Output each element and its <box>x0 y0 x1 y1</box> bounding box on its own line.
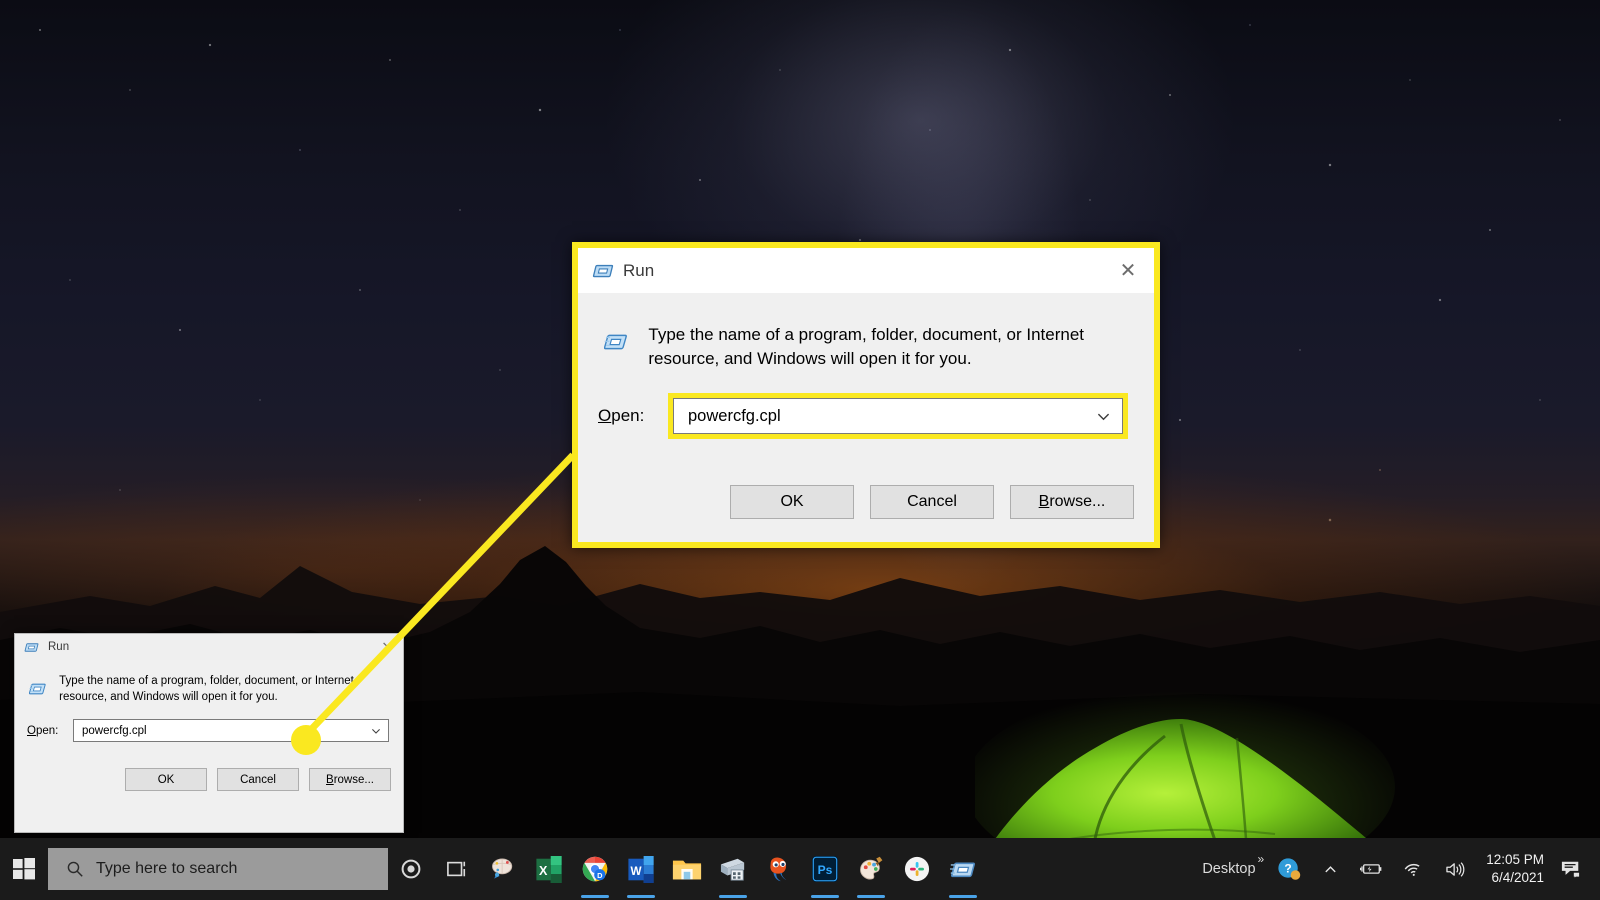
speaker-icon[interactable] <box>1434 838 1476 900</box>
browse-button[interactable]: Browse... <box>309 768 391 792</box>
notifications-icon[interactable] <box>1558 838 1594 900</box>
system-tray: Desktop » ? 12:05 PM 6/4/2021 <box>1191 838 1600 900</box>
search-icon <box>67 861 83 877</box>
browse-button[interactable]: Browse... <box>1010 485 1134 520</box>
cortana-icon[interactable] <box>388 838 434 900</box>
volume-glyph <box>1446 861 1465 877</box>
svg-text:W: W <box>631 864 643 877</box>
taskbar-app-photoshop[interactable]: Ps <box>802 838 848 900</box>
taskbar-app-run[interactable] <box>940 838 986 900</box>
ok-button[interactable]: OK <box>730 485 854 520</box>
svg-text:?: ? <box>1285 862 1292 876</box>
help-question-icon[interactable]: ? <box>1266 838 1312 900</box>
clock[interactable]: 12:05 PM 6/4/2021 <box>1476 851 1558 887</box>
cancel-button[interactable]: Cancel <box>217 768 299 792</box>
paint-3d-icon <box>492 858 513 879</box>
help-question-glyph: ? <box>1278 858 1301 880</box>
titlebar-left: Run <box>592 260 654 282</box>
open-input[interactable]: powercfg.cpl <box>673 398 1123 435</box>
wifi-glyph <box>1404 863 1420 876</box>
chevron-up-icon[interactable] <box>1312 838 1349 900</box>
search-placeholder: Type here to search <box>96 860 238 877</box>
open-combo-wrapper: powercfg.cpl <box>73 719 389 743</box>
cancel-button[interactable]: Cancel <box>870 485 994 520</box>
taskbar-app-gimp[interactable] <box>756 838 802 900</box>
open-input[interactable]: powercfg.cpl <box>73 719 389 743</box>
taskbar-app-paint[interactable] <box>848 838 894 900</box>
dialog-body: Type the name of a program, folder, docu… <box>15 660 403 705</box>
word-icon: W <box>628 855 654 883</box>
window-title: Run <box>623 260 655 280</box>
tray-desktop-label: Desktop <box>1202 861 1256 877</box>
chrome-icon: D <box>582 856 608 882</box>
dialog-description: Type the name of a program, folder, docu… <box>59 675 354 703</box>
svg-text:Ps: Ps <box>818 863 833 877</box>
taskbar-app-slack[interactable] <box>894 838 940 900</box>
action-center-glyph <box>1561 861 1581 879</box>
run-dialog[interactable]: Run ✕ Type the name of a program, folder… <box>572 242 1160 548</box>
svg-text:D: D <box>597 871 603 880</box>
taskbar-app-paint-3d[interactable] <box>480 838 526 900</box>
run-app-icon <box>592 264 614 277</box>
close-icon[interactable]: ✕ <box>1102 248 1154 293</box>
titlebar: Run ✕ <box>15 634 403 660</box>
svg-text:X: X <box>539 863 548 877</box>
taskbar-app-chrome[interactable]: D <box>572 838 618 900</box>
open-label: Open: <box>27 724 59 737</box>
run-app-icon <box>24 642 39 652</box>
show-hidden-icons-glyph <box>1325 865 1336 872</box>
dialog-description: Type the name of a program, folder, docu… <box>648 325 1085 369</box>
cortana-ring-icon <box>401 859 421 879</box>
slack-icon <box>904 856 930 882</box>
dialog-buttons: OK Cancel Browse... <box>578 439 1154 520</box>
gimp-icon <box>770 857 787 882</box>
titlebar-left: Run <box>24 640 69 655</box>
run-app-icon-large <box>29 683 46 695</box>
run-dialog-thumbnail[interactable]: Run ✕ Type the name of a program, folder… <box>14 633 404 833</box>
taskbar-app-file-explorer[interactable] <box>664 838 710 900</box>
battery-charging-icon[interactable] <box>1349 838 1393 900</box>
excel-icon: X <box>536 855 562 883</box>
task-view-icon[interactable] <box>434 838 480 900</box>
chevron-down-icon[interactable] <box>370 725 382 737</box>
open-row: Open: powercfg.cpl <box>15 705 403 743</box>
open-input-value: powercfg.cpl <box>688 406 781 425</box>
wifi-icon[interactable] <box>1393 838 1434 900</box>
ok-button[interactable]: OK <box>125 768 207 792</box>
tray-desktop-peek[interactable]: Desktop » <box>1191 838 1266 900</box>
file-explorer-icon <box>672 860 702 880</box>
titlebar: Run ✕ <box>578 248 1154 293</box>
battery-glyph <box>1360 864 1382 874</box>
open-combo-wrapper: powercfg.cpl <box>668 393 1128 440</box>
open-input-value: powercfg.cpl <box>82 724 147 737</box>
dialog-body: Type the name of a program, folder, docu… <box>578 293 1154 371</box>
dialog-buttons: OK Cancel Browse... <box>15 742 403 792</box>
tray-overflow-label: » <box>1257 852 1265 866</box>
task-view-glyph <box>447 861 466 877</box>
run-app-icon <box>950 862 976 878</box>
window-title: Run <box>48 641 70 653</box>
clock-time: 12:05 PM <box>1486 851 1544 867</box>
open-label: Open: <box>598 406 645 426</box>
taskbar: Type here to search X D W Ps Desktop » ?… <box>0 838 1600 900</box>
taskbar-app-word[interactable]: W <box>618 838 664 900</box>
close-icon[interactable]: ✕ <box>371 634 403 660</box>
start-button[interactable] <box>0 838 48 900</box>
windows-start-icon <box>13 858 35 880</box>
search-input[interactable]: Type here to search <box>48 848 388 890</box>
snipping-tool-icon <box>720 858 745 881</box>
chevron-down-icon[interactable] <box>1095 408 1112 425</box>
clock-date: 6/4/2021 <box>1491 870 1544 885</box>
callout-highlight-dot <box>291 725 321 755</box>
taskbar-app-snipping-tool[interactable] <box>710 838 756 900</box>
open-row: Open: powercfg.cpl <box>578 371 1154 440</box>
photoshop-icon: Ps <box>812 856 838 882</box>
taskbar-app-excel[interactable]: X <box>526 838 572 900</box>
run-app-icon-large <box>604 334 627 350</box>
paint-icon <box>860 856 883 880</box>
